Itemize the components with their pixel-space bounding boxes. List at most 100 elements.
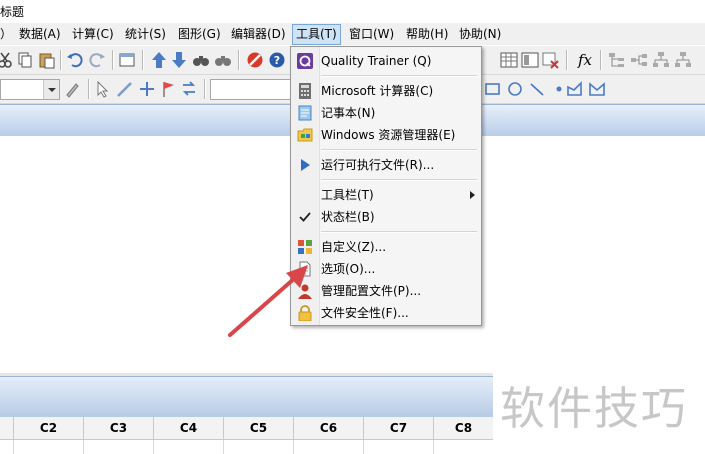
menu-item-label: 工具栏(T) [321,188,374,202]
cut-icon[interactable] [0,51,14,69]
branch-icon[interactable] [630,51,648,69]
menu-prev-fragment: ） [0,27,13,41]
menu-separator [321,149,477,151]
run-icon [301,159,310,171]
worksheet-row [0,440,493,454]
paste-icon[interactable] [38,51,56,69]
menu-item-calculator[interactable]: Microsoft 计算器(C) [291,80,481,102]
toolbar-separator [238,50,240,70]
window-icon[interactable] [118,51,136,69]
polygon-tool-icon[interactable] [588,80,606,98]
menu-item-label: 管理配置文件(P)... [321,284,422,298]
polyline-tool-icon[interactable] [566,80,584,98]
submenu-arrow-icon [470,191,475,199]
menu-assist[interactable]: 协助(N) [459,26,501,42]
menu-tools[interactable]: 工具(T) [292,24,341,45]
rectangle-tool-icon[interactable] [484,80,502,98]
worksheet-cell[interactable] [83,440,153,454]
worksheet-cell[interactable] [223,440,293,454]
worksheet-cell[interactable] [433,440,493,454]
menu-item-label: 选项(O)... [321,262,376,276]
close-graph-icon[interactable] [542,51,560,69]
windows-explorer-icon [297,128,313,142]
menu-editor[interactable]: 编辑器(D) [231,26,286,42]
menu-item-label: 运行可执行文件(R)... [321,158,435,172]
crosshair-icon[interactable] [138,80,156,98]
menu-item-label: Quality Trainer (Q) [321,54,432,68]
find-replace-icon[interactable] [214,51,232,69]
menu-item-toolbars[interactable]: 工具栏(T) [291,184,481,206]
annotation-arrow-icon [228,265,308,337]
menu-separator [321,179,477,181]
column-header-c4[interactable]: C4 [153,417,223,439]
arrow-down-icon[interactable] [170,51,188,69]
column-header-c3[interactable]: C3 [83,417,153,439]
undo-icon[interactable] [66,51,84,69]
svg-text:?: ? [274,54,280,67]
customize-icon [298,240,312,254]
ellipse-tool-icon[interactable] [506,80,524,98]
menu-help[interactable]: 帮助(H) [406,26,448,42]
menu-item-label: 状态栏(B) [321,210,375,224]
menu-item-status-bar[interactable]: 状态栏(B) [291,206,481,228]
menu-item-label: 记事本(N) [321,106,376,120]
swap-icon[interactable] [180,80,198,98]
text-input[interactable] [210,79,292,100]
toolbar-separator [142,50,144,70]
brush-icon[interactable] [64,80,82,98]
menu-item-windows-explorer[interactable]: Windows 资源管理器(E) [291,124,481,146]
worksheet-cell[interactable] [293,440,363,454]
toolbar-separator [112,50,114,70]
worksheet-cell[interactable] [153,440,223,454]
calculator-icon [299,83,311,99]
worksheet-column-headers: C2 C3 C4 C5 C6 C7 C8 [0,417,493,440]
structure-icon[interactable] [674,51,692,69]
menu-item-run-executable[interactable]: 运行可执行文件(R)... [291,154,481,176]
menu-item-label: 文件安全性(F)... [321,306,409,320]
redo-icon[interactable] [88,51,106,69]
menu-item-label: Microsoft 计算器(C) [321,84,434,98]
column-header-c8[interactable]: C8 [433,417,493,439]
worksheet-cell[interactable] [13,440,83,454]
hierarchy-icon[interactable] [652,51,670,69]
menu-item-label: Windows 资源管理器(E) [321,128,456,142]
table-icon[interactable] [500,51,518,69]
toolbar-separator [204,79,206,99]
arrow-up-icon[interactable] [150,51,168,69]
menu-separator [321,231,477,233]
menu-item-label: 自定义(Z)... [321,240,387,254]
menu-item-quality-trainer[interactable]: Quality Trainer (Q) [291,50,481,72]
help-icon[interactable]: ? [268,51,286,69]
menu-stat[interactable]: 统计(S) [125,26,166,42]
layout-icon[interactable] [521,51,539,69]
menu-calc[interactable]: 计算(C) [72,26,114,42]
pointer-icon[interactable] [94,80,112,98]
toolbar-separator [60,50,62,70]
flag-icon[interactable] [160,80,178,98]
line-tool-icon[interactable] [528,80,546,98]
formula-icon[interactable]: fx [578,51,592,69]
cancel-icon[interactable] [246,51,264,69]
column-header-c6[interactable]: C6 [293,417,363,439]
menu-window[interactable]: 窗口(W) [349,26,394,42]
column-header-c7[interactable]: C7 [363,417,433,439]
copy-icon[interactable] [16,51,34,69]
find-icon[interactable] [192,51,210,69]
brush-tool-icon[interactable] [116,80,134,98]
worksheet-cell[interactable] [363,440,433,454]
tree-icon[interactable] [608,51,626,69]
toolbar-separator [88,79,90,99]
menu-bar: ） 数据(A) 计算(C) 统计(S) 图形(G) 编辑器(D) 工具(T) 窗… [0,23,705,45]
menu-graph[interactable]: 图形(G) [178,26,221,42]
menu-data[interactable]: 数据(A) [19,26,61,42]
column-header-c2[interactable]: C2 [13,417,83,439]
toolbar-separator [600,50,602,70]
column-header-c5[interactable]: C5 [223,417,293,439]
worksheet-header [0,376,493,418]
window-title: 标题 [0,5,25,19]
dropdown-select[interactable] [0,79,60,100]
menu-separator [321,75,477,77]
menu-item-notepad[interactable]: 记事本(N) [291,102,481,124]
chevron-down-icon[interactable] [43,80,59,99]
checkmark-icon [299,212,311,222]
